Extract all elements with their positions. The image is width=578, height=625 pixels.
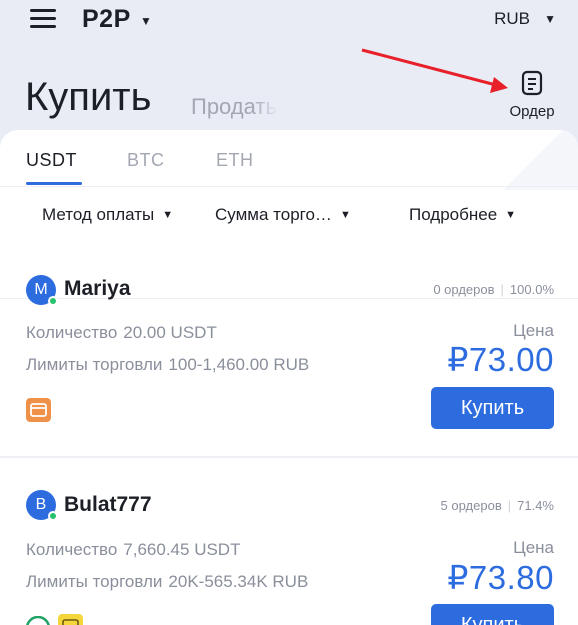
buy-button[interactable]: Купить xyxy=(431,387,554,429)
ad-card[interactable]: B Bulat777 5 ордеров | 71.4% Количество 7,6… xyxy=(0,458,578,625)
hamburger-icon[interactable] xyxy=(30,9,56,29)
active-tab-indicator xyxy=(26,182,82,185)
tab-eth[interactable]: ETH xyxy=(216,150,254,171)
payment-method-filter[interactable]: Метод оплаты ▼ xyxy=(42,205,173,225)
online-status-icon xyxy=(48,296,58,306)
quantity-value: 7,660.45 USDT xyxy=(123,540,241,559)
limits-label: Лимиты торговли xyxy=(26,355,163,374)
filter-bar: Метод оплаты ▼ Сумма торго… ▼ Подробнее ▼ xyxy=(0,187,578,299)
quantity-row: Количество 7,660.45 USDT xyxy=(26,540,240,560)
avatar[interactable]: B xyxy=(26,490,58,521)
orders-count: 0 ордеров xyxy=(433,282,495,297)
limits-row: Лимиты торговли 100-1,460.00 RUB xyxy=(26,355,309,375)
avatar-letter: M xyxy=(34,281,48,298)
buy-button[interactable]: Купить xyxy=(431,604,554,625)
caret-down-icon: ▼ xyxy=(505,209,517,221)
limits-value: 20K-565.34K RUB xyxy=(168,572,309,591)
bank-icon xyxy=(26,616,50,625)
orders-button[interactable]: Ордер xyxy=(500,70,564,120)
currency-selector[interactable]: RUB xyxy=(494,9,530,29)
tab-buy[interactable]: Купить xyxy=(25,75,151,120)
more-filter[interactable]: Подробнее ▼ xyxy=(409,205,516,225)
price-value: ₽73.00 xyxy=(447,341,554,378)
tab-btc[interactable]: BTC xyxy=(127,150,165,171)
brand-title[interactable]: P2P xyxy=(82,5,131,34)
price-label: Цена xyxy=(513,538,554,557)
orders-count: 5 ордеров xyxy=(440,498,502,513)
completion-rate: 71.4% xyxy=(517,498,554,513)
asset-tabs: USDT BTC ETH xyxy=(0,130,578,187)
caret-down-icon: ▼ xyxy=(162,209,174,221)
merchant-name[interactable]: Bulat777 xyxy=(64,493,152,517)
bank-card-icon xyxy=(26,398,51,422)
trade-amount-label: Сумма торго… xyxy=(215,205,332,224)
orders-label: Ордер xyxy=(509,103,555,120)
caret-down-icon[interactable]: ▼ xyxy=(544,12,556,26)
limits-row: Лимиты торговли 20K-565.34K RUB xyxy=(26,572,308,592)
tab-sell[interactable]: Продать xyxy=(191,94,279,120)
market-panel: USDT BTC ETH Метод оплаты ▼ Сумма торго… ▼… xyxy=(0,130,578,625)
payment-method-label: Метод оплаты xyxy=(42,205,155,224)
merchant-stats: 5 ордеров | 71.4% xyxy=(440,498,554,513)
quantity-value: 20.00 USDT xyxy=(123,323,217,342)
price-value: ₽73.80 xyxy=(447,559,554,596)
document-icon xyxy=(521,70,543,96)
quantity-row: Количество 20.00 USDT xyxy=(26,323,217,343)
top-bar: P2P ▼ RUB ▼ xyxy=(0,0,578,40)
online-status-icon xyxy=(48,511,58,521)
trade-amount-filter[interactable]: Сумма торго… ▼ xyxy=(215,205,351,225)
completion-rate: 100.0% xyxy=(509,282,554,297)
limits-label: Лимиты торговли xyxy=(26,572,163,591)
merchant-stats: 0 ордеров | 100.0% xyxy=(433,282,554,297)
caret-down-icon[interactable]: ▼ xyxy=(140,14,152,28)
quantity-label: Количество xyxy=(26,540,118,559)
caret-down-icon: ▼ xyxy=(339,209,351,221)
ad-card[interactable]: M Mariya 0 ордеров | 100.0% Количество 20.0… xyxy=(0,242,578,458)
more-label: Подробнее xyxy=(409,205,498,224)
avatar-letter: B xyxy=(35,496,47,513)
price-label: Цена xyxy=(513,321,554,340)
avatar[interactable]: M xyxy=(26,275,58,306)
tab-usdt[interactable]: USDT xyxy=(26,150,77,171)
wallet-icon xyxy=(58,614,83,625)
quantity-label: Количество xyxy=(26,323,118,342)
limits-value: 100-1,460.00 RUB xyxy=(168,355,310,374)
merchant-name[interactable]: Mariya xyxy=(64,277,131,301)
